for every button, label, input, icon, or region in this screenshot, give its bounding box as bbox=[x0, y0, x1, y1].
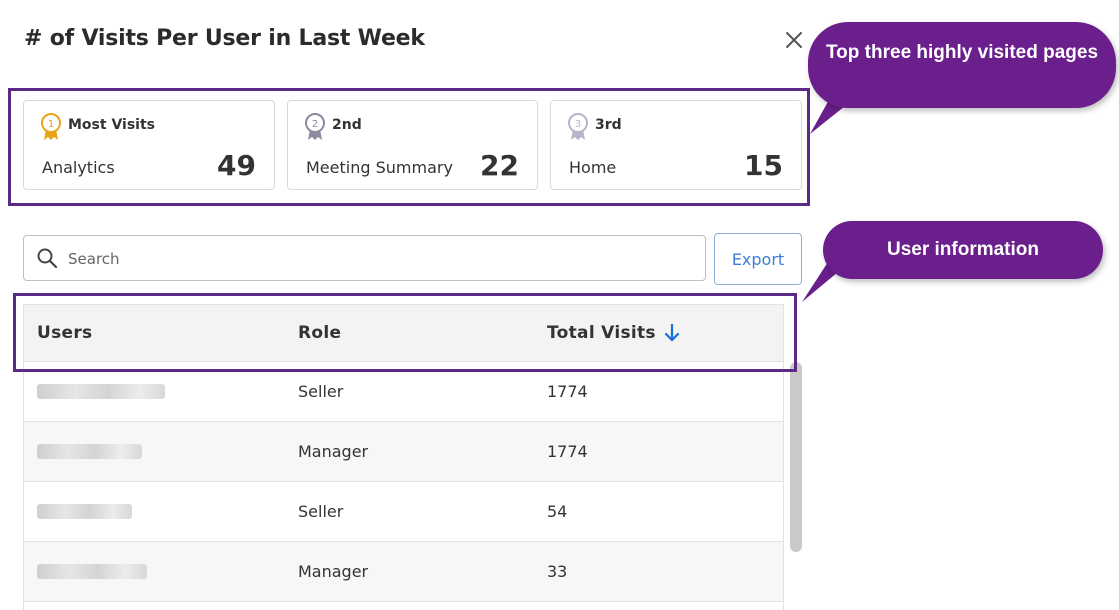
table-header-highlight bbox=[13, 293, 797, 372]
export-button[interactable]: Export bbox=[714, 233, 802, 285]
user-total-visits: 1774 bbox=[547, 382, 588, 401]
user-name-redacted bbox=[37, 384, 165, 399]
callout-user-info: User information bbox=[823, 221, 1103, 279]
user-total-visits: 54 bbox=[547, 502, 568, 521]
close-icon[interactable] bbox=[782, 28, 806, 52]
table-scrollbar[interactable] bbox=[790, 362, 802, 552]
table-row[interactable]: Manager 33 bbox=[23, 542, 784, 602]
user-role: Manager bbox=[298, 562, 369, 581]
user-total-visits: 1774 bbox=[547, 442, 588, 461]
user-role: Seller bbox=[298, 382, 344, 401]
callout-top-pages: Top three highly visited pages bbox=[808, 22, 1116, 108]
search-icon bbox=[37, 248, 58, 269]
table-row[interactable]: Seller 54 bbox=[23, 482, 784, 542]
user-total-visits: 33 bbox=[547, 562, 568, 581]
top-pages-highlight bbox=[8, 88, 810, 206]
search-input[interactable] bbox=[66, 244, 690, 274]
search-field[interactable] bbox=[23, 235, 706, 281]
dialog-title: # of Visits Per User in Last Week bbox=[24, 26, 425, 51]
user-name-redacted bbox=[37, 564, 147, 579]
table-row[interactable]: Manager 1774 bbox=[23, 422, 784, 482]
user-name-redacted bbox=[37, 444, 142, 459]
user-role: Seller bbox=[298, 502, 344, 521]
user-role: Manager bbox=[298, 442, 369, 461]
user-name-redacted bbox=[37, 504, 132, 519]
